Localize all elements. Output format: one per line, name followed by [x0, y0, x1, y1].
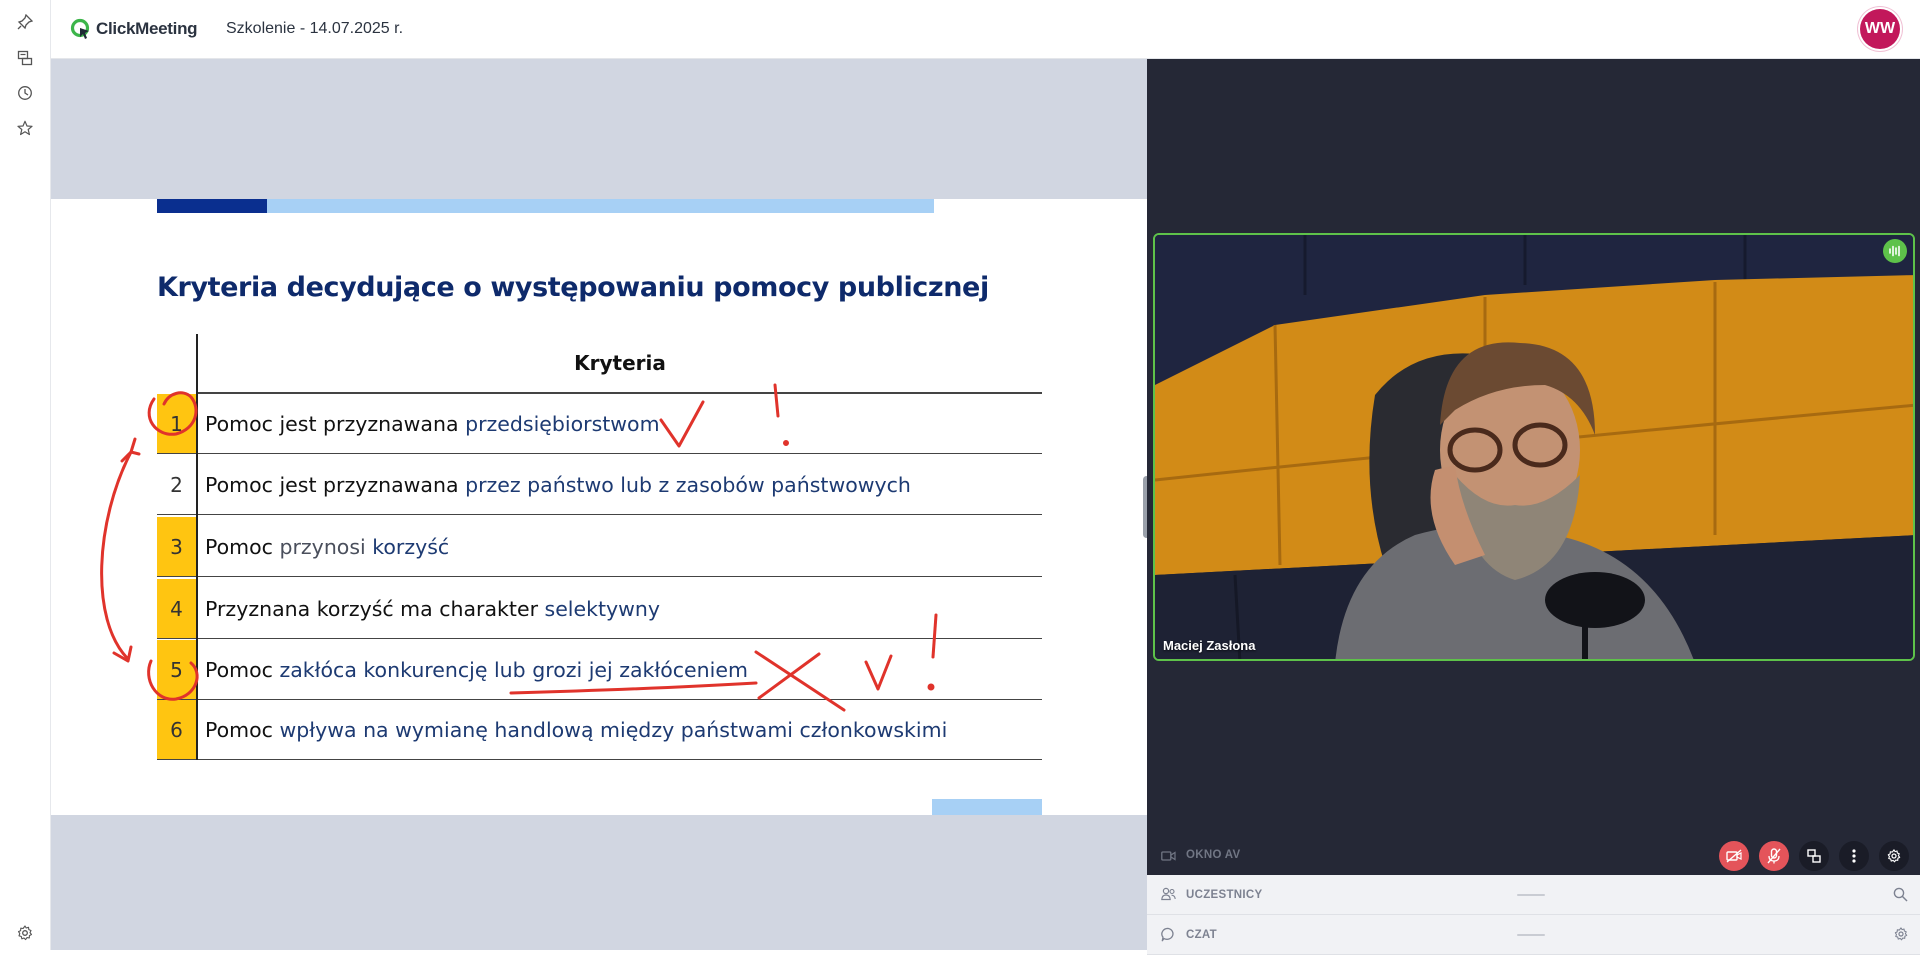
table-header: Kryteria	[198, 334, 1042, 394]
mic-off-button[interactable]	[1759, 841, 1789, 871]
speaker-video-image	[1155, 235, 1913, 659]
row-number: 6	[157, 700, 196, 759]
layout-button[interactable]	[1799, 841, 1829, 871]
av-window-label[interactable]: OKNO AV	[1186, 849, 1241, 861]
participants-icon	[1161, 887, 1176, 906]
camera-off-button[interactable]	[1719, 841, 1749, 871]
slide-accent-bar-bottom	[932, 799, 1042, 815]
table-row: 3 Pomoc przynosi korzyść	[157, 517, 1042, 577]
top-bar: ClickMeeting Szkolenie - 14.07.2025 r. W…	[51, 0, 1920, 59]
criterion-text-part: korzyść	[372, 534, 450, 559]
participants-section[interactable]: UCZESTNICY	[1147, 875, 1920, 915]
meeting-title: Szkolenie - 14.07.2025 r.	[226, 20, 404, 37]
slide-accent-bar-dark	[157, 199, 267, 213]
presentation-icon[interactable]	[14, 47, 36, 69]
table-row: 1 Pomoc jest przyznawana przedsiębiorstwo…	[157, 394, 1042, 454]
chat-icon	[1161, 927, 1176, 947]
criterion-text: Przyznana korzyść ma charakter selektywn…	[205, 579, 660, 638]
chat-label: CZAT	[1186, 929, 1218, 941]
more-icon	[1852, 849, 1856, 863]
criterion-text-part: przedsiębiorstwom	[465, 411, 660, 436]
audio-active-icon	[1883, 239, 1907, 263]
left-rail	[0, 0, 51, 950]
criterion-text-part: Pomoc	[205, 534, 280, 559]
criterion-text-part: Pomoc	[205, 717, 280, 742]
presentation-stage: Kryteria decydujące o występowaniu pomoc…	[51, 59, 1147, 950]
criterion-text-part: Pomoc jest przyznawana	[205, 411, 466, 436]
participants-label: UCZESTNICY	[1186, 889, 1263, 901]
participants-grip[interactable]	[1517, 894, 1545, 896]
layout-icon	[1807, 849, 1821, 863]
more-options-button[interactable]	[1839, 841, 1869, 871]
chat-grip[interactable]	[1517, 934, 1545, 936]
criterion-text: Pomoc jest przyznawana przez państwo lub…	[205, 455, 911, 514]
slide-accent-bar-light	[267, 199, 934, 213]
mic-off-icon	[1767, 848, 1781, 864]
criterion-text: Pomoc wpływa na wymianę handlową między …	[205, 700, 947, 759]
criterion-text: Pomoc przynosi korzyść	[205, 517, 449, 576]
table-divider	[196, 334, 198, 760]
logo-icon	[70, 18, 90, 39]
criterion-text: Pomoc zakłóca konkurencję lub grozi jej …	[205, 640, 748, 699]
row-number: 3	[157, 517, 196, 576]
settings-icon	[1887, 849, 1901, 863]
av-window-bar: OKNO AV	[1147, 833, 1920, 879]
slide-title: Kryteria decydujące o występowaniu pomoc…	[157, 272, 989, 303]
table-row: 4 Przyznana korzyść ma charakter selektyw…	[157, 579, 1042, 639]
search-icon[interactable]	[1893, 887, 1908, 907]
chat-section[interactable]: CZAT	[1147, 915, 1920, 955]
criterion-text-part: Przyznana korzyść ma charakter	[205, 596, 545, 621]
video-camera-icon	[1161, 849, 1176, 867]
user-avatar[interactable]: WW	[1860, 9, 1900, 49]
criterion-text-part: wpływa na wymianę handlową między państw…	[279, 717, 948, 742]
row-number: 1	[157, 394, 196, 453]
clickmeeting-logo: ClickMeeting	[70, 17, 198, 41]
camera-off-icon	[1726, 849, 1742, 863]
table-row: 5 Pomoc zakłóca konkurencję lub grozi jej…	[157, 640, 1042, 700]
chat-settings-icon[interactable]	[1894, 927, 1908, 946]
history-icon[interactable]	[14, 82, 36, 104]
table-row: 6 Pomoc wpływa na wymianę handlową między…	[157, 700, 1042, 760]
criterion-text-part: Pomoc jest przyznawana	[205, 472, 466, 497]
row-number: 2	[170, 472, 183, 497]
criterion-text: Pomoc jest przyznawana przedsiębiorstwom	[205, 394, 660, 453]
criterion-text-part: selektywny	[544, 596, 661, 621]
pin-icon[interactable]	[14, 11, 36, 33]
speaker-name: Maciej Zasłona	[1163, 638, 1256, 653]
slide: Kryteria decydujące o występowaniu pomoc…	[51, 199, 1147, 815]
speaker-video-tile[interactable]: Maciej Zasłona	[1153, 233, 1915, 661]
criterion-text-part: Pomoc	[205, 657, 280, 682]
right-panel: Maciej Zasłona OKNO AV UCZESTNICY CZAT	[1147, 59, 1920, 955]
row-number: 5	[157, 640, 196, 699]
table-row: 2 Pomoc jest przyznawana przez państwo lu…	[157, 455, 1042, 515]
logo-text: ClickMeeting	[96, 19, 198, 38]
star-icon[interactable]	[14, 117, 36, 139]
settings-icon[interactable]	[14, 922, 36, 944]
criterion-text-part: zakłóca konkurencję lub grozi jej zakłóc…	[279, 657, 748, 682]
criterion-text-part: przez państwo lub z zasobów państwowych	[465, 472, 911, 497]
criterion-text-part: przynosi	[279, 534, 373, 559]
av-settings-button[interactable]	[1879, 841, 1909, 871]
row-number: 4	[157, 579, 196, 638]
